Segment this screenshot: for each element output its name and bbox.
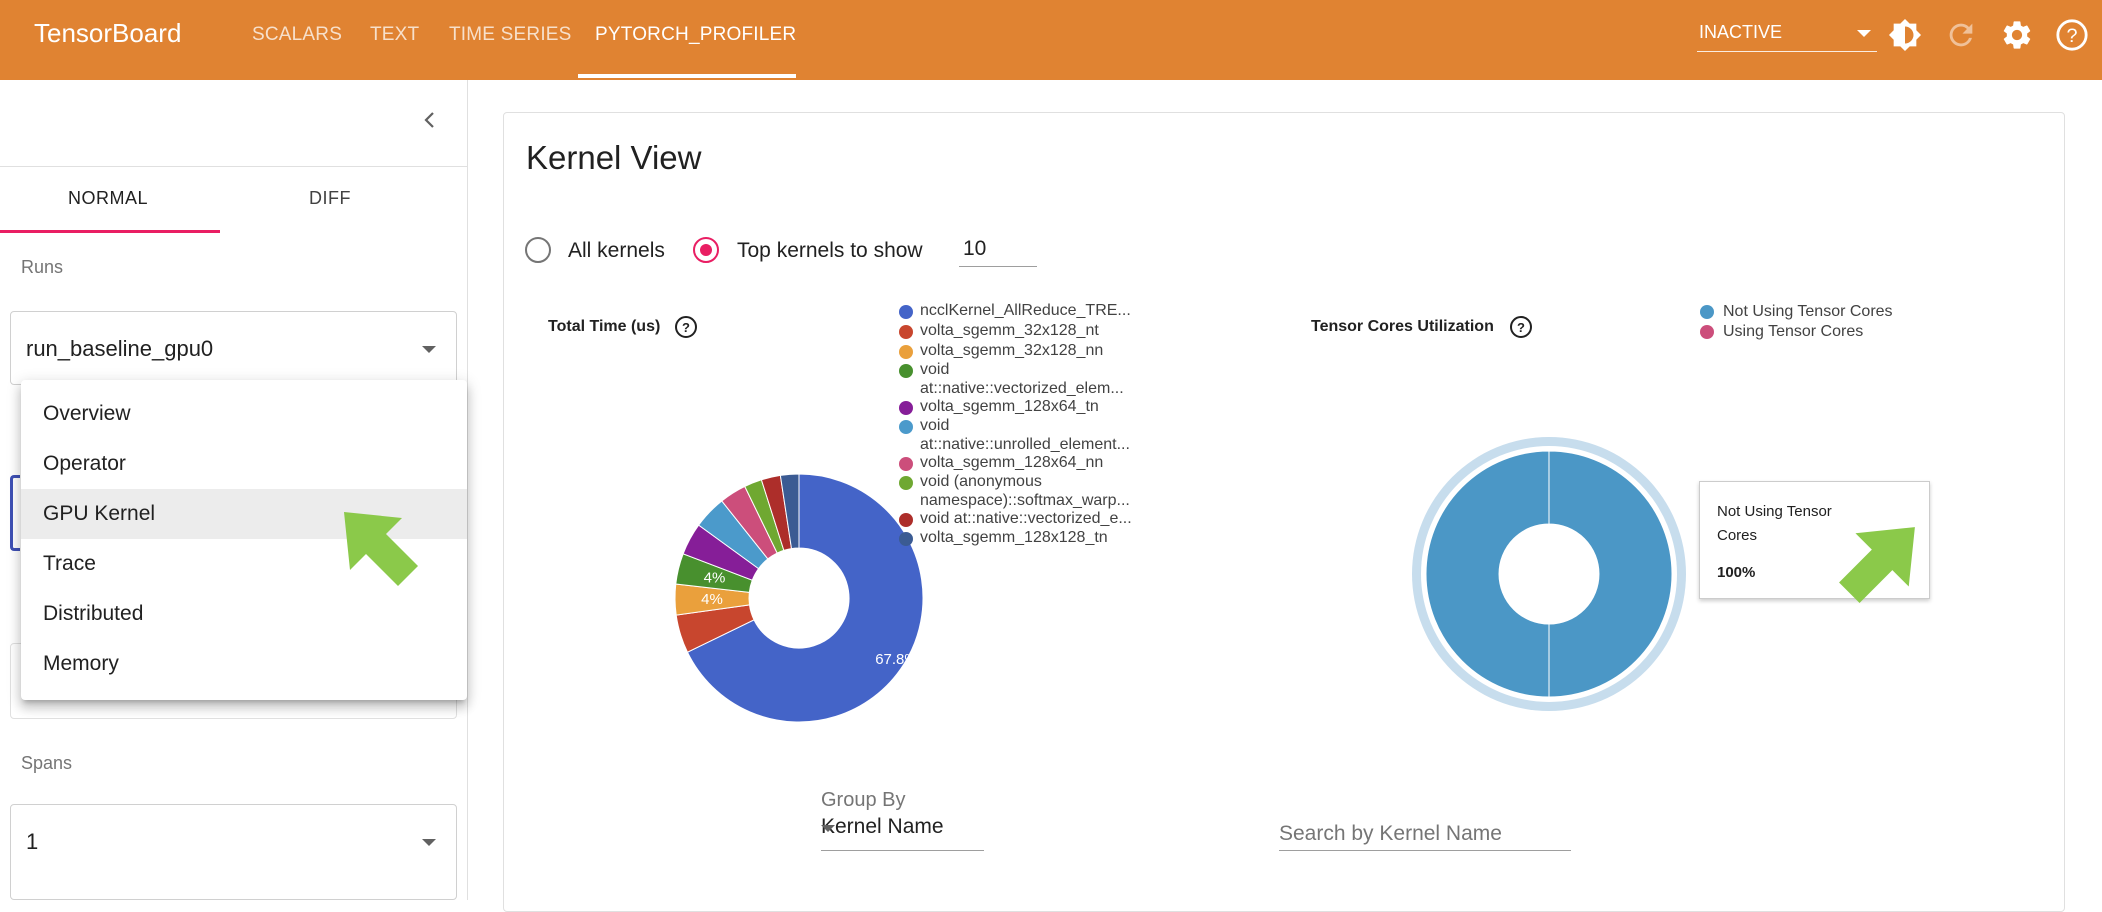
legend-dot [899, 364, 913, 378]
help-icon[interactable]: ? [674, 315, 698, 339]
svg-text:?: ? [682, 320, 690, 335]
legend-item-volta-sgemm-128x64-tn[interactable]: volta_sgemm_128x64_tn [920, 397, 1134, 416]
tab-time-series[interactable]: TIME SERIES [449, 24, 572, 46]
legend-item-volta-sgemm-128x128-tn[interactable]: volta_sgemm_128x128_tn [920, 528, 1134, 547]
menu-item-overview[interactable]: Overview [21, 389, 467, 439]
settings-icon[interactable] [2000, 18, 2034, 52]
legend-dot [899, 305, 913, 319]
runs-label: Runs [21, 257, 64, 277]
legend-dot [899, 476, 913, 490]
views-select-focus-edge[interactable] [10, 475, 20, 551]
chevron-down-icon [821, 825, 835, 832]
tab-diff[interactable]: DIFF [309, 188, 351, 209]
slice-value-label: 4% [701, 591, 723, 608]
help-icon[interactable]: ? [1509, 315, 1533, 339]
brightness-icon[interactable] [1888, 18, 1922, 52]
chevron-down-icon [422, 839, 436, 846]
legend-item-not-using-tensor-cores[interactable]: Not Using Tensor Cores [1723, 302, 1943, 321]
top-kernels-value: 10 [963, 237, 987, 260]
spans-value: 1 [26, 829, 39, 854]
radio-all-kernels[interactable] [525, 237, 551, 263]
green-arrow-icon [344, 512, 418, 586]
legend-dot [1700, 305, 1714, 319]
chevron-left-icon[interactable] [418, 108, 442, 132]
legend-dot [899, 513, 913, 527]
run-status-select[interactable]: INACTIVE [1697, 18, 1877, 52]
legend-dot [899, 457, 913, 471]
radio-all-kernels-label: All kernels [568, 239, 665, 262]
runs-value: run_baseline_gpu0 [26, 336, 214, 361]
chevron-down-icon [1857, 30, 1871, 37]
menu-item-memory[interactable]: Memory [21, 639, 467, 689]
tab-pytorch-profiler[interactable]: PYTORCH_PROFILER [595, 24, 796, 46]
help-icon[interactable]: ? [2055, 18, 2089, 52]
legend-item-void-at-native-vectorized-e[interactable]: void at::native::vectorized_e... [920, 509, 1134, 528]
legend-dot [899, 345, 913, 359]
legend-item-volta-sgemm-32x128-nt[interactable]: volta_sgemm_32x128_nt [920, 321, 1134, 340]
divider [0, 166, 468, 167]
spans-select[interactable]: 1 [10, 804, 457, 900]
top-app-bar: TensorBoard SCALARS TEXT TIME SERIES PYT… [0, 0, 2102, 80]
svg-text:?: ? [1517, 320, 1525, 335]
kernel-search-field[interactable] [1279, 819, 1571, 851]
legend-item-ncclkernel-allreduce-tre[interactable]: ncclKernel_AllReduce_TRE... [920, 301, 1134, 320]
run-status-value: INACTIVE [1699, 22, 1783, 42]
radio-top-kernels-label: Top kernels to show [737, 239, 923, 262]
legend-dot [899, 420, 913, 434]
search-input[interactable] [1279, 819, 1569, 849]
menu-item-distributed[interactable]: Distributed [21, 589, 467, 639]
legend-item-volta-sgemm-128x64-nn[interactable]: volta_sgemm_128x64_nn [920, 453, 1134, 472]
radio-top-kernels[interactable] [693, 237, 719, 263]
tooltip-value: 100% [1717, 564, 1756, 581]
legend-dot [899, 401, 913, 415]
menu-item-operator[interactable]: Operator [21, 439, 467, 489]
page-title: Kernel View [526, 139, 702, 176]
group-by-value: Kernel Name [821, 815, 944, 838]
spans-label: Spans [21, 753, 73, 773]
total-time-chart-title: Total Time (us) [548, 318, 661, 335]
legend-item-void-at-native-unrolled-element[interactable]: void at::native::unrolled_element... [920, 416, 1134, 454]
svg-text:?: ? [2066, 25, 2077, 47]
group-by-select[interactable]: Kernel Name [821, 813, 984, 851]
app-title: TensorBoard [34, 18, 182, 48]
active-tab-indicator [578, 74, 796, 78]
legend-dot [899, 532, 913, 546]
chevron-down-icon [422, 346, 436, 353]
refresh-icon[interactable] [1944, 18, 1978, 52]
active-tab-indicator [0, 230, 220, 233]
green-arrow-icon [1839, 527, 1915, 603]
kernel-view-card: Kernel View All kernels Top kernels to s… [503, 112, 2065, 912]
group-by-label: Group By [821, 789, 906, 811]
legend-dot [899, 325, 913, 339]
legend-item-void-anonymous-namespace-softmax-warp[interactable]: void (anonymous namespace)::softmax_warp… [920, 472, 1134, 510]
runs-select[interactable]: run_baseline_gpu0 [10, 311, 457, 385]
tensor-cores-donut-chart[interactable] [1364, 389, 1734, 759]
tab-scalars[interactable]: SCALARS [252, 24, 342, 46]
slice-value-label: 4% [704, 569, 726, 586]
slice-value-label: 67.8% [875, 651, 918, 668]
tensor-cores-chart-title: Tensor Cores Utilization [1311, 318, 1494, 335]
tab-normal[interactable]: NORMAL [68, 188, 148, 209]
legend-item-void-at-native-vectorized-elem[interactable]: void at::native::vectorized_elem... [920, 360, 1134, 398]
legend-dot [1700, 325, 1714, 339]
tab-text[interactable]: TEXT [370, 24, 419, 46]
legend-item-volta-sgemm-32x128-nn[interactable]: volta_sgemm_32x128_nn [920, 341, 1134, 360]
legend-item-using-tensor-cores[interactable]: Using Tensor Cores [1723, 322, 1943, 341]
top-kernels-input[interactable]: 10 [959, 235, 1037, 267]
